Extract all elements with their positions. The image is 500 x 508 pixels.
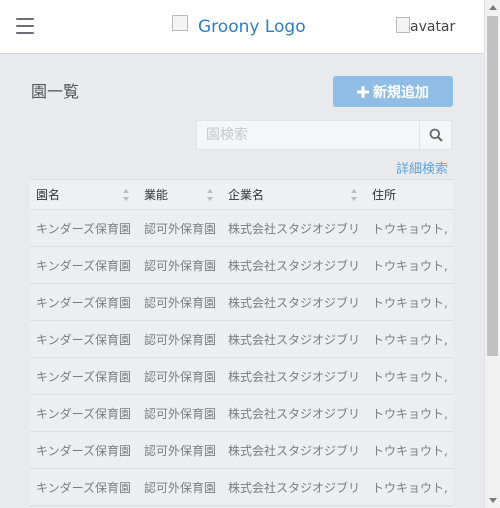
cell-name: キンダーズ保育園 (30, 394, 138, 432)
cell-company: 株式会社スタジオジブリ (222, 209, 366, 247)
table-row[interactable]: キンダーズ保育園 認可外保育園 株式会社スタジオジブリ トウキョウト, ... (30, 431, 453, 469)
cell-type: 認可外保育園 (138, 357, 222, 395)
broken-image-icon (396, 17, 410, 33)
scrollbar-thumb[interactable] (487, 16, 498, 356)
cell-address: トウキョウト, ... (366, 246, 453, 284)
table-row[interactable]: キンダーズ保育園 認可外保育園 株式会社スタジオジブリ トウキョウト, ... (30, 246, 453, 284)
sort-icon (123, 189, 130, 201)
cell-name: キンダーズ保育園 (30, 209, 138, 247)
scroll-down-arrow-icon[interactable] (489, 498, 497, 503)
search-box (196, 120, 452, 150)
cell-name: キンダーズ保育園 (30, 468, 138, 506)
add-new-button[interactable]: 新規追加 (333, 76, 453, 107)
add-new-button-label: 新規追加 (373, 84, 429, 101)
plus-icon (357, 85, 369, 98)
cell-name: キンダーズ保育園 (30, 246, 138, 284)
cell-name: キンダーズ保育園 (30, 283, 138, 321)
cell-company: 株式会社スタジオジブリ (222, 431, 366, 469)
page-title: 園一覧 (31, 82, 80, 101)
sort-icon (207, 189, 214, 201)
cell-type: 認可外保育園 (138, 320, 222, 358)
cell-company: 株式会社スタジオジブリ (222, 357, 366, 395)
column-header-address[interactable]: 住所 (366, 179, 453, 210)
cell-company: 株式会社スタジオジブリ (222, 468, 366, 506)
search-icon (429, 128, 443, 142)
cell-address: トウキョウト, ... (366, 320, 453, 358)
cell-type: 認可外保育園 (138, 283, 222, 321)
hamburger-menu-icon[interactable] (16, 18, 34, 34)
cell-type: 認可外保育園 (138, 468, 222, 506)
vertical-scrollbar[interactable] (484, 0, 500, 508)
cell-address: トウキョウト, ... (366, 209, 453, 247)
table-row[interactable]: キンダーズ保育園 認可外保育園 株式会社スタジオジブリ トウキョウト, ... (30, 320, 453, 358)
column-header-name[interactable]: 園名 (30, 179, 138, 210)
broken-image-icon (172, 15, 188, 31)
cell-type: 認可外保育園 (138, 394, 222, 432)
table-row[interactable]: キンダーズ保育園 認可外保育園 株式会社スタジオジブリ トウキョウト, ... (30, 209, 453, 247)
detail-search-link[interactable]: 詳細検索 (396, 158, 448, 177)
cell-name: キンダーズ保育園 (30, 357, 138, 395)
cell-address: トウキョウト, ... (366, 431, 453, 469)
avatar[interactable]: avatar (396, 17, 455, 37)
top-header: Groony Logo avatar (0, 0, 484, 54)
table-row[interactable]: キンダーズ保育園 認可外保育園 株式会社スタジオジブリ トウキョウト, ... (30, 357, 453, 395)
search-input[interactable] (197, 121, 419, 149)
scroll-up-arrow-icon[interactable] (489, 5, 497, 10)
table-row[interactable]: キンダーズ保育園 認可外保育園 株式会社スタジオジブリ トウキョウト, ... (30, 283, 453, 321)
cell-company: 株式会社スタジオジブリ (222, 394, 366, 432)
cell-company: 株式会社スタジオジブリ (222, 246, 366, 284)
table-row[interactable]: キンダーズ保育園 認可外保育園 株式会社スタジオジブリ トウキョウト, ... (30, 394, 453, 432)
cell-type: 認可外保育園 (138, 431, 222, 469)
logo-alt-text: Groony Logo (198, 17, 306, 37)
nursery-table: 園名 業能 企業名 住所 キンダーズ保育園 認可外保育園 株式会社スタジオジブリ… (30, 179, 453, 508)
cell-name: キンダーズ保育園 (30, 320, 138, 358)
cell-type: 認可外保育園 (138, 246, 222, 284)
sort-icon (351, 189, 358, 201)
cell-address: トウキョウト, ... (366, 357, 453, 395)
cell-company: 株式会社スタジオジブリ (222, 320, 366, 358)
cell-name: キンダーズ保育園 (30, 431, 138, 469)
table-row[interactable]: キンダーズ保育園 認可外保育園 株式会社スタジオジブリ トウキョウト, ... (30, 468, 453, 506)
cell-address: トウキョウト, ... (366, 283, 453, 321)
column-header-company[interactable]: 企業名 (222, 179, 366, 210)
cell-type: 認可外保育園 (138, 209, 222, 247)
search-button[interactable] (419, 121, 451, 149)
column-header-type[interactable]: 業能 (138, 179, 222, 210)
cell-address: トウキョウト, ... (366, 468, 453, 506)
cell-address: トウキョウト, ... (366, 394, 453, 432)
cell-company: 株式会社スタジオジブリ (222, 283, 366, 321)
logo-image[interactable]: Groony Logo (172, 14, 306, 40)
avatar-alt-text: avatar (410, 19, 456, 35)
